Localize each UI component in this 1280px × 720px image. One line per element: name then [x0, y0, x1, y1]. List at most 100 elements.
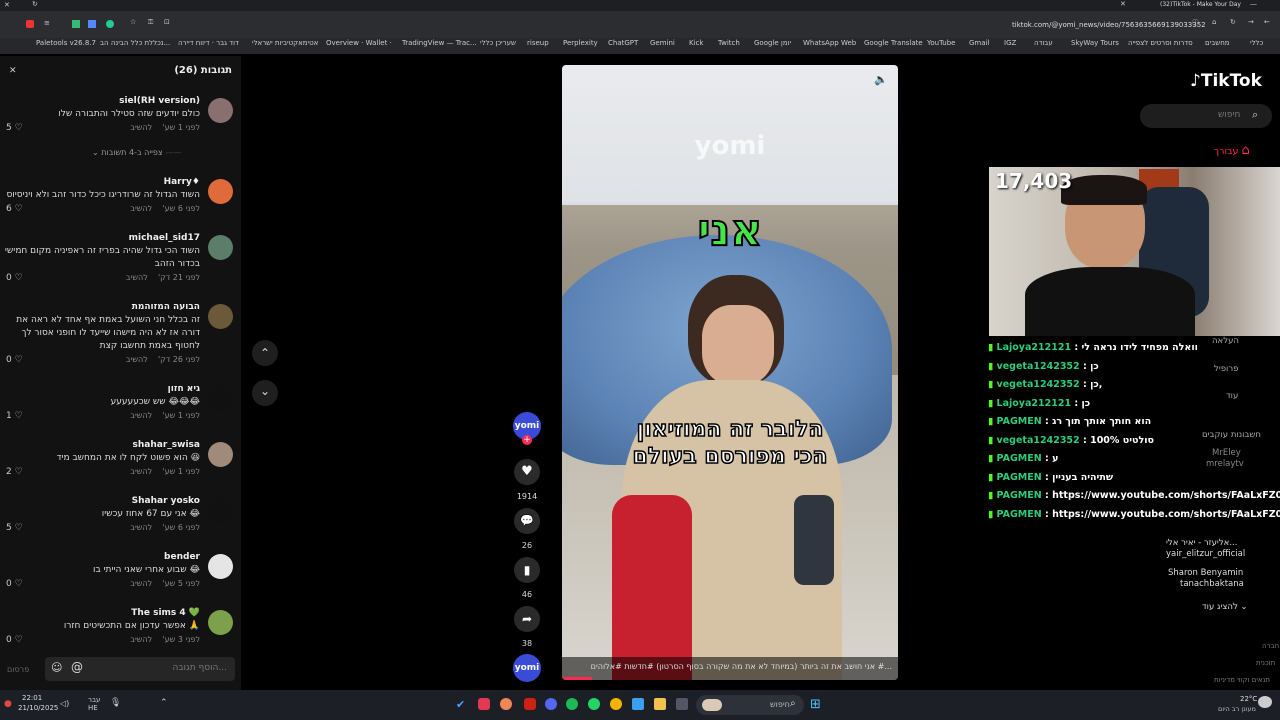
close-comments-icon[interactable]: ✕ — [9, 66, 17, 76]
home-icon[interactable]: ⌂ — [1212, 18, 1216, 26]
previous-video-button[interactable]: ⌃ — [252, 340, 278, 366]
reply-link[interactable]: להשיב — [126, 355, 148, 364]
bookmark-star-icon[interactable]: ☆ — [130, 18, 136, 26]
following-account-name[interactable]: Sharon Benyamin — [1168, 568, 1243, 578]
like-count[interactable]: 5 ♡ — [6, 123, 23, 133]
comment-author[interactable]: The sims 4 💚 — [131, 608, 200, 618]
info-icon[interactable]: ⓘ — [1192, 18, 1199, 28]
close-icon[interactable]: ✕ — [4, 1, 10, 9]
like-count[interactable]: 0 ♡ — [6, 355, 23, 365]
tab-close-icon[interactable]: ✕ — [1120, 0, 1126, 8]
like-count[interactable]: 5 ♡ — [6, 523, 23, 533]
comment-author[interactable]: גיא חזון — [168, 384, 200, 394]
follow-plus-icon[interactable]: + — [522, 435, 532, 445]
whatsapp-icon[interactable] — [588, 698, 600, 710]
sidepanel-icon[interactable]: ⊡ — [164, 18, 170, 26]
reply-link[interactable]: להשיב — [130, 123, 152, 132]
avatar[interactable] — [208, 498, 233, 523]
active-tab[interactable]: (32)TikTok - Make Your Day — [1160, 1, 1241, 8]
comment-author[interactable]: siel(RH version) — [119, 96, 200, 106]
bookmark-item[interactable]: סדרות וסרטים לצפייה — [1128, 39, 1193, 47]
show-more-link[interactable]: להציג עוד ⌄ — [1202, 602, 1248, 612]
bookmark-item[interactable]: SkyWay Tours — [1071, 39, 1119, 47]
reply-link[interactable]: להשיב — [130, 523, 152, 532]
bookmark-item[interactable]: ChatGPT — [608, 39, 638, 47]
bookmark-item[interactable]: נכללת כלל הבינה הב... — [100, 39, 170, 47]
weather-desc[interactable]: מעונן רב היום — [1218, 705, 1256, 713]
tiktok-app-icon[interactable] — [478, 698, 490, 710]
taskbar-search[interactable]: חיפוש ⌕ — [696, 695, 804, 715]
reply-link[interactable]: להשיב — [130, 204, 152, 213]
reply-link[interactable]: להשיב — [130, 467, 152, 476]
chrome-icon[interactable] — [610, 698, 622, 710]
extension-icon[interactable] — [26, 20, 34, 28]
video-description[interactable]: אני חושב את זה ביותר (במיוחד לא את מה שק… — [572, 662, 892, 671]
comment-input[interactable]: ☺ @ הוסף תגובה... — [45, 657, 235, 681]
bookmark-item[interactable]: שעריכן כללי — [480, 39, 516, 47]
nav-foryou[interactable]: עבורך ⌂ — [1214, 143, 1250, 158]
minimize-icon[interactable]: — — [1250, 0, 1257, 8]
like-count[interactable]: 0 ♡ — [6, 273, 23, 283]
language-indicator[interactable]: עבר HE — [88, 696, 100, 712]
comment-author[interactable]: bender — [164, 552, 200, 562]
like-count[interactable]: 6 ♡ — [6, 204, 23, 214]
music-disc[interactable]: yomi — [513, 654, 541, 682]
bookmark-item[interactable]: מחשבים — [1205, 39, 1230, 47]
refresh-icon[interactable]: ↻ — [32, 0, 38, 8]
app-icon[interactable] — [524, 698, 536, 710]
extension-icon[interactable] — [88, 20, 96, 28]
whatsapp-icon[interactable] — [106, 20, 114, 28]
progress-bar[interactable] — [562, 677, 592, 680]
share-button[interactable]: ➦ — [514, 606, 540, 632]
bookmark-item[interactable]: YouTube — [927, 39, 955, 47]
comment-author[interactable]: Harry♦ — [164, 177, 200, 187]
windows-start-icon[interactable]: ⊞ — [810, 697, 821, 712]
menu-icon[interactable]: ≡ — [44, 19, 50, 27]
bookmark-item[interactable]: כללי — [1250, 39, 1263, 47]
comment-button[interactable]: 💬 — [514, 508, 540, 534]
like-count[interactable]: 2 ♡ — [6, 467, 23, 477]
weather-temp[interactable]: 22°C — [1240, 695, 1257, 703]
bookmark-item[interactable]: Overview · Wallet · — [326, 39, 392, 47]
clock-date[interactable]: 21/10/2025 — [18, 704, 58, 712]
bookmark-item[interactable]: Gmail — [969, 39, 989, 47]
photos-icon[interactable] — [632, 698, 644, 710]
video-player[interactable]: yomi אני הלובר זה המוזיאון הכי מפורסם בע… — [562, 65, 898, 680]
comment-author[interactable]: Shahar yosko — [132, 496, 200, 506]
avatar[interactable] — [208, 304, 233, 329]
bookmark-item[interactable]: Google Translate — [864, 39, 923, 47]
weather-icon[interactable] — [1258, 696, 1272, 708]
avatar[interactable] — [208, 610, 233, 635]
reload-icon[interactable]: ↻ — [1230, 18, 1236, 26]
save-button[interactable]: ▮ — [514, 557, 540, 583]
bookmark-item[interactable]: דוד גבר · דיווח דיירה — [178, 39, 239, 47]
like-count[interactable]: 0 ♡ — [6, 579, 23, 589]
avatar[interactable] — [208, 554, 233, 579]
like-count[interactable]: 0 ♡ — [6, 635, 23, 645]
notification-icon[interactable]: ● — [4, 699, 12, 709]
emoji-icon[interactable]: ☺ — [51, 661, 62, 674]
reply-link[interactable]: להשיב — [126, 273, 148, 282]
bookmark-item[interactable]: riseup — [527, 39, 549, 47]
avatar[interactable] — [208, 98, 233, 123]
bookmark-item[interactable]: IGZ — [1004, 39, 1016, 47]
bookmark-item[interactable]: אטימאקטיביות ישראלי — [252, 39, 318, 47]
forward-icon[interactable]: → — [1248, 18, 1254, 26]
check-app-icon[interactable]: ✔ — [456, 698, 465, 711]
comment-author[interactable]: michael_sid17 — [129, 233, 200, 243]
mute-icon[interactable]: 🔈 — [874, 73, 888, 86]
back-icon[interactable]: ← — [1264, 18, 1270, 26]
bookmark-item[interactable]: Twitch — [718, 39, 740, 47]
extension-icon[interactable] — [72, 20, 80, 28]
bookmark-item[interactable]: עבודה — [1034, 39, 1053, 47]
app-icon[interactable] — [676, 698, 688, 710]
bookmark-item[interactable]: Google יומן — [754, 39, 791, 47]
following-account-name[interactable]: אליעזר - יאיר אלי... — [1166, 538, 1237, 548]
reply-link[interactable]: להשיב — [130, 411, 152, 420]
next-video-button[interactable]: ⌄ — [252, 380, 278, 406]
comment-author[interactable]: הבועה המזוהמת — [132, 302, 200, 312]
discord-icon[interactable] — [545, 698, 557, 710]
avatar[interactable] — [208, 179, 233, 204]
view-replies-link[interactable]: ⌄ צפייה ב-4 תשובות —— — [92, 148, 181, 157]
bookmark-item[interactable]: TradingView — Trac... — [402, 39, 477, 47]
